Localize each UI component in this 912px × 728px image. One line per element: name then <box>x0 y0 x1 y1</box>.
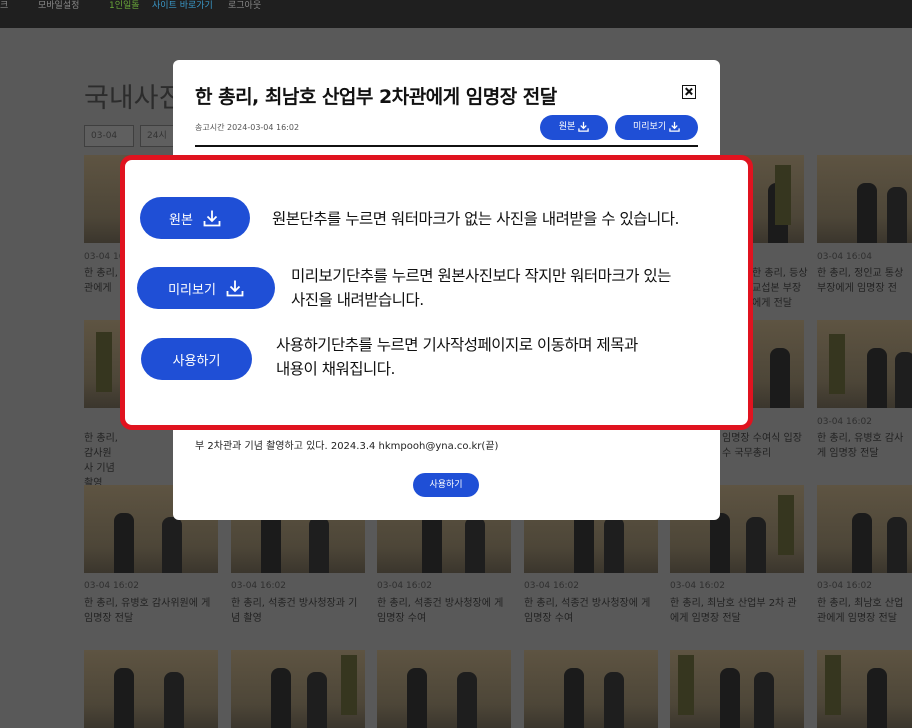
divider <box>195 145 698 147</box>
help-preview-label: 미리보기 <box>168 282 216 298</box>
photo-date: 03-04 16 <box>84 252 125 262</box>
help-use-desc-line2: 내용이 채워집니다. <box>276 360 395 378</box>
sent-time: 송고시간 2024-03-04 16:02 <box>195 123 300 132</box>
photo-caption[interactable]: 한 총리, 최남호 산업 관에게 임명장 전달 <box>817 596 912 626</box>
photo-caption[interactable]: 한 총리, 유병호 감사 게 임명장 전달 <box>817 431 912 461</box>
photo-date: 03-04 16:02 <box>231 581 286 591</box>
photo-caption[interactable]: 임명장 수여식 입장 수 국무총리 <box>722 431 808 461</box>
photo-caption[interactable]: 한 총리, 석종건 방사청장에 게 임명장 수여 <box>524 596 658 626</box>
photo-caption[interactable]: 한 총리, 등상교섭본 부장에게 전달 <box>752 266 808 311</box>
download-icon <box>226 280 244 297</box>
photo-date: 03-04 16:02 <box>817 581 872 591</box>
nav-item-0[interactable]: 크 <box>0 0 8 12</box>
photo-caption[interactable]: 한 총리, 유병호 감사위원에 게 임명장 전달 <box>84 596 218 626</box>
photo-date: 03-04 16:02 <box>817 417 872 427</box>
photo-thumbnail[interactable] <box>817 650 912 728</box>
help-original-button[interactable]: 원본 <box>140 197 250 239</box>
photo-caption[interactable]: 한 총리, 감사원 사 기념 촬영 <box>84 431 120 491</box>
preview-download-button[interactable]: 미리보기 <box>615 115 698 140</box>
photo-thumbnail[interactable] <box>231 650 365 728</box>
page-title: 국내사진 <box>84 83 184 114</box>
original-download-button[interactable]: 원본 <box>540 115 608 140</box>
photo-date: 03-04 16:02 <box>670 581 725 591</box>
help-use-desc-line1: 사용하기단추를 누르면 기사작성페이지로 이동하며 제목과 <box>276 336 638 354</box>
photo-date: 03-04 16:02 <box>524 581 579 591</box>
help-use-button[interactable]: 사용하기 <box>141 338 252 380</box>
top-nav: 크 모바일설정 1인일돌 사이트 바로가기 로그아웃 <box>0 0 912 28</box>
photo-caption[interactable]: 한 총리, 정인교 통상 부장에게 임명장 전 <box>817 266 912 296</box>
download-icon <box>203 210 221 227</box>
help-callout: 원본 원본단추를 누르면 워터마크가 없는 사진을 내려받을 수 있습니다. 미… <box>120 155 753 430</box>
preview-label: 미리보기 <box>633 122 667 132</box>
original-label: 원본 <box>558 122 576 132</box>
photo-thumbnail[interactable] <box>524 650 658 728</box>
nav-item-site-shortcut[interactable]: 사이트 바로가기 <box>152 0 213 12</box>
download-icon <box>578 121 589 132</box>
modal-title: 한 총리, 최남호 산업부 2차관에게 임명장 전달 <box>195 86 557 108</box>
nav-item-logout[interactable]: 로그아웃 <box>228 0 261 12</box>
photo-thumbnail[interactable] <box>817 485 912 573</box>
photo-date: 03-04 16:02 <box>84 581 139 591</box>
nav-item-daily[interactable]: 1인일돌 <box>109 0 140 12</box>
use-button[interactable]: 사용하기 <box>413 473 479 497</box>
photo-thumbnail[interactable] <box>817 320 912 408</box>
photo-thumbnail[interactable] <box>817 155 912 243</box>
photo-thumbnail[interactable] <box>84 650 218 728</box>
help-original-desc: 원본단추를 누르면 워터마크가 없는 사진을 내려받을 수 있습니다. <box>272 210 679 228</box>
help-preview-button[interactable]: 미리보기 <box>137 267 275 309</box>
help-preview-desc-line2: 사진을 내려받습니다. <box>291 291 424 309</box>
close-icon[interactable] <box>682 85 696 99</box>
photo-thumbnail[interactable] <box>377 650 511 728</box>
nav-item-mobile-settings[interactable]: 모바일설정 <box>38 0 79 12</box>
download-icon <box>669 121 680 132</box>
photo-date: 03-04 16:02 <box>377 581 432 591</box>
photo-thumbnail[interactable] <box>670 650 804 728</box>
photo-caption[interactable]: 한 총리, 석종건 방사청장에 게 임명장 수여 <box>377 596 511 626</box>
help-original-label: 원본 <box>169 212 193 228</box>
photo-caption[interactable]: 한 총리, 석종건 방사청장과 기념 촬영 <box>231 596 365 626</box>
date-select[interactable]: 03-04 <box>84 125 134 147</box>
help-preview-desc-line1: 미리보기단추를 누르면 원본사진보다 작지만 워터마크가 있는 <box>291 267 671 285</box>
photo-date: 03-04 16:04 <box>817 252 872 262</box>
photo-caption[interactable]: 한 총리, 최남호 산업부 2차 관에게 임명장 전달 <box>670 596 804 626</box>
photo-caption-text: 부 2차관과 기념 촬영하고 있다. 2024.3.4 hkmpooh@yna.… <box>195 441 499 452</box>
photo-caption[interactable]: 한 총리, 관에게 <box>84 266 120 296</box>
